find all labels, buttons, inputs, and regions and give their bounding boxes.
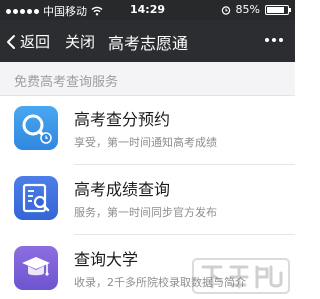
magnifier-clock-icon	[14, 106, 58, 150]
service-desc: 服务，第一时间同步官方发布	[74, 206, 217, 219]
more-dot-icon	[272, 38, 276, 42]
page-title: 高考志愿通	[108, 34, 189, 53]
divider	[74, 164, 295, 165]
service-item-university-query[interactable]: 查询大学 收录，2千多所院校录取数据与简介	[0, 236, 295, 299]
close-button[interactable]: 关闭	[65, 31, 95, 52]
divider	[74, 234, 295, 235]
service-desc: 享受，第一时间通知高考成绩	[74, 136, 217, 149]
graduation-cap-icon	[14, 246, 58, 290]
more-dot-icon	[279, 38, 283, 42]
chevron-left-icon	[7, 34, 15, 49]
battery-icon	[265, 4, 291, 15]
alarm-clock-icon	[221, 5, 230, 15]
nav-bar: 返回 关闭 高考志愿通	[0, 20, 295, 62]
service-desc: 收录，2千多所院校录取数据与简介	[74, 276, 246, 289]
status-right: 85%	[221, 3, 291, 16]
section-header-label: 免费高考查询服务	[14, 75, 119, 90]
more-menu-button[interactable]	[265, 38, 283, 42]
back-button[interactable]: 返回	[6, 31, 50, 52]
service-item-score-reservation[interactable]: 高考查分预约 享受，第一时间通知高考成绩	[0, 96, 295, 162]
service-title: 高考成绩查询	[74, 180, 171, 199]
more-dot-icon	[265, 38, 269, 42]
section-header: 免费高考查询服务	[0, 62, 295, 96]
battery-percent: 85%	[235, 3, 260, 16]
score-doc-search-icon	[14, 176, 58, 220]
battery-fill	[267, 6, 284, 13]
service-item-score-query[interactable]: 高考成绩查询 服务，第一时间同步官方发布	[0, 166, 295, 232]
status-bar: 中国移动 14:29 85%	[0, 0, 295, 20]
service-title: 高考查分预约	[74, 110, 171, 129]
back-label: 返回	[20, 33, 51, 51]
service-title: 查询大学	[74, 250, 139, 269]
